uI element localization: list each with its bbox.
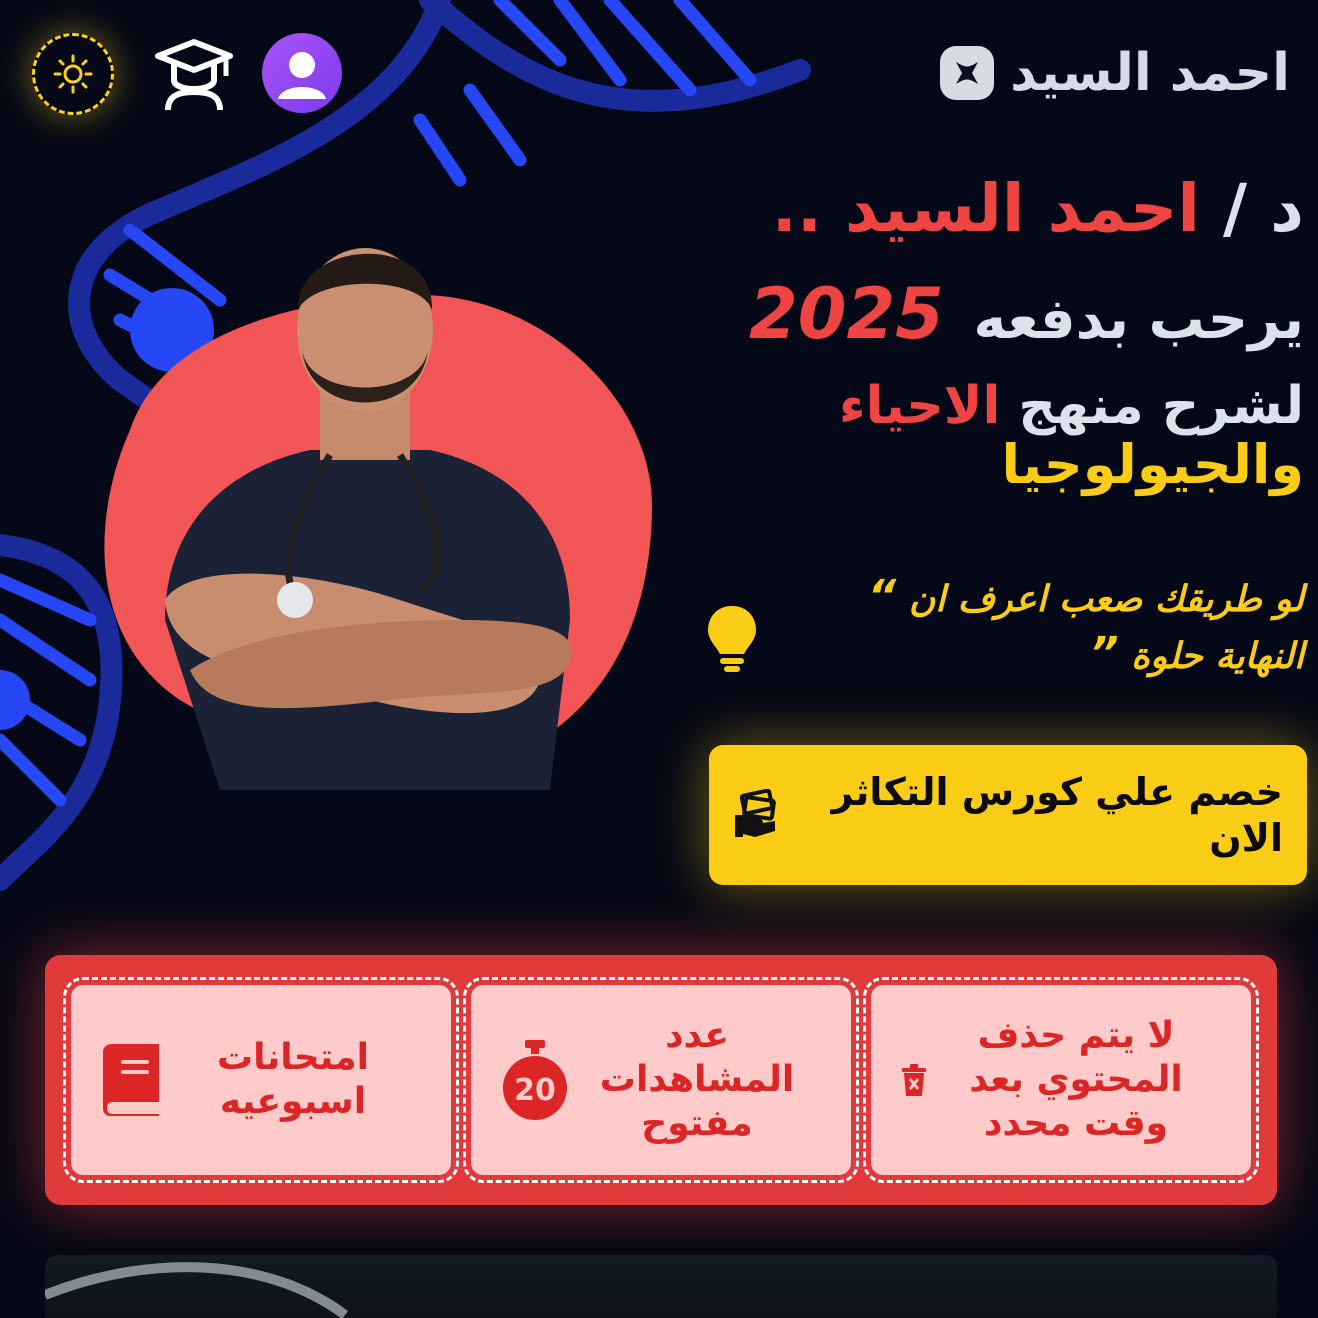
year-text: 2025 (749, 273, 944, 355)
doctor-prefix: د / (1223, 170, 1304, 247)
doctor-photo (104, 248, 653, 790)
cta-label: خصم علي كورس التكاثر الان (831, 770, 1283, 860)
user-icon (278, 52, 326, 99)
stopwatch-icon: 20 (499, 1038, 571, 1122)
quote-line-1-text: لو طريقك صعب اعرف ان (908, 579, 1304, 620)
motivational-quote: لو طريقك صعب اعرف ان “ النهاية حلوة ” (704, 570, 1304, 684)
welcome-text: يرحب بدفعه (973, 287, 1304, 352)
video-thumbnail (45, 1255, 1277, 1318)
feature-card: لا يتم حذف المحتوي بعد وقت محدد (863, 977, 1259, 1183)
hero-heading: د / احمد السيد .. يرحب بدفعه 2025 لشرح م… (684, 165, 1304, 495)
quote-line-1: لو طريقك صعب اعرف ان “ (794, 570, 1304, 627)
site-logo[interactable]: احمد السيد (940, 38, 1291, 108)
feature-label: عدد المشاهدات مفتوح (599, 1015, 795, 1144)
book-icon (99, 1044, 163, 1116)
subject-biology: الاحياء (838, 376, 1001, 436)
quote-open-mark: “ (867, 571, 897, 622)
theme-toggle-button[interactable] (32, 33, 114, 115)
curriculum-line: لشرح منهج الاحياء (684, 377, 1304, 435)
features-panel: لا يتم حذف المحتوي بعد وقت محدد عدد المش… (45, 955, 1277, 1205)
feature-card: امتحانات اسبوعيه (63, 977, 459, 1183)
quote-close-mark: ” (1090, 628, 1119, 679)
stopwatch-badge: 20 (514, 1073, 556, 1108)
subject-geology: والجيولوجيا (1001, 433, 1304, 496)
top-nav: احمد السيد (0, 0, 1318, 150)
feature-label: لا يتم حذف المحتوي بعد وقت محدد (969, 1015, 1183, 1144)
discount-cta-button[interactable]: خصم علي كورس التكاثر الان (709, 745, 1307, 885)
intro-video-preview[interactable] (45, 1255, 1277, 1318)
trash-icon (899, 1063, 929, 1097)
graduation-cap-icon (155, 39, 233, 111)
profile-button[interactable] (262, 33, 342, 113)
logo-text: احمد السيد (1010, 43, 1291, 103)
quote-line-2-text: النهاية حلوة (1131, 636, 1304, 677)
courses-button[interactable] (154, 36, 234, 112)
lightbulb-icon (708, 606, 756, 672)
money-hand-icon (735, 789, 776, 837)
quote-line-2: النهاية حلوة ” (794, 627, 1304, 684)
doctor-name: احمد السيد .. (771, 170, 1201, 247)
welcome-line: يرحب بدفعه 2025 (684, 259, 1304, 375)
sun-icon (53, 54, 93, 94)
feature-card: عدد المشاهدات مفتوح 20 (463, 977, 859, 1183)
logo-mark-icon (940, 46, 995, 100)
feature-label: امتحانات اسبوعيه (217, 1037, 369, 1122)
doctor-name-line: د / احمد السيد .. (684, 165, 1304, 253)
curriculum-text: لشرح منهج (1018, 376, 1304, 436)
